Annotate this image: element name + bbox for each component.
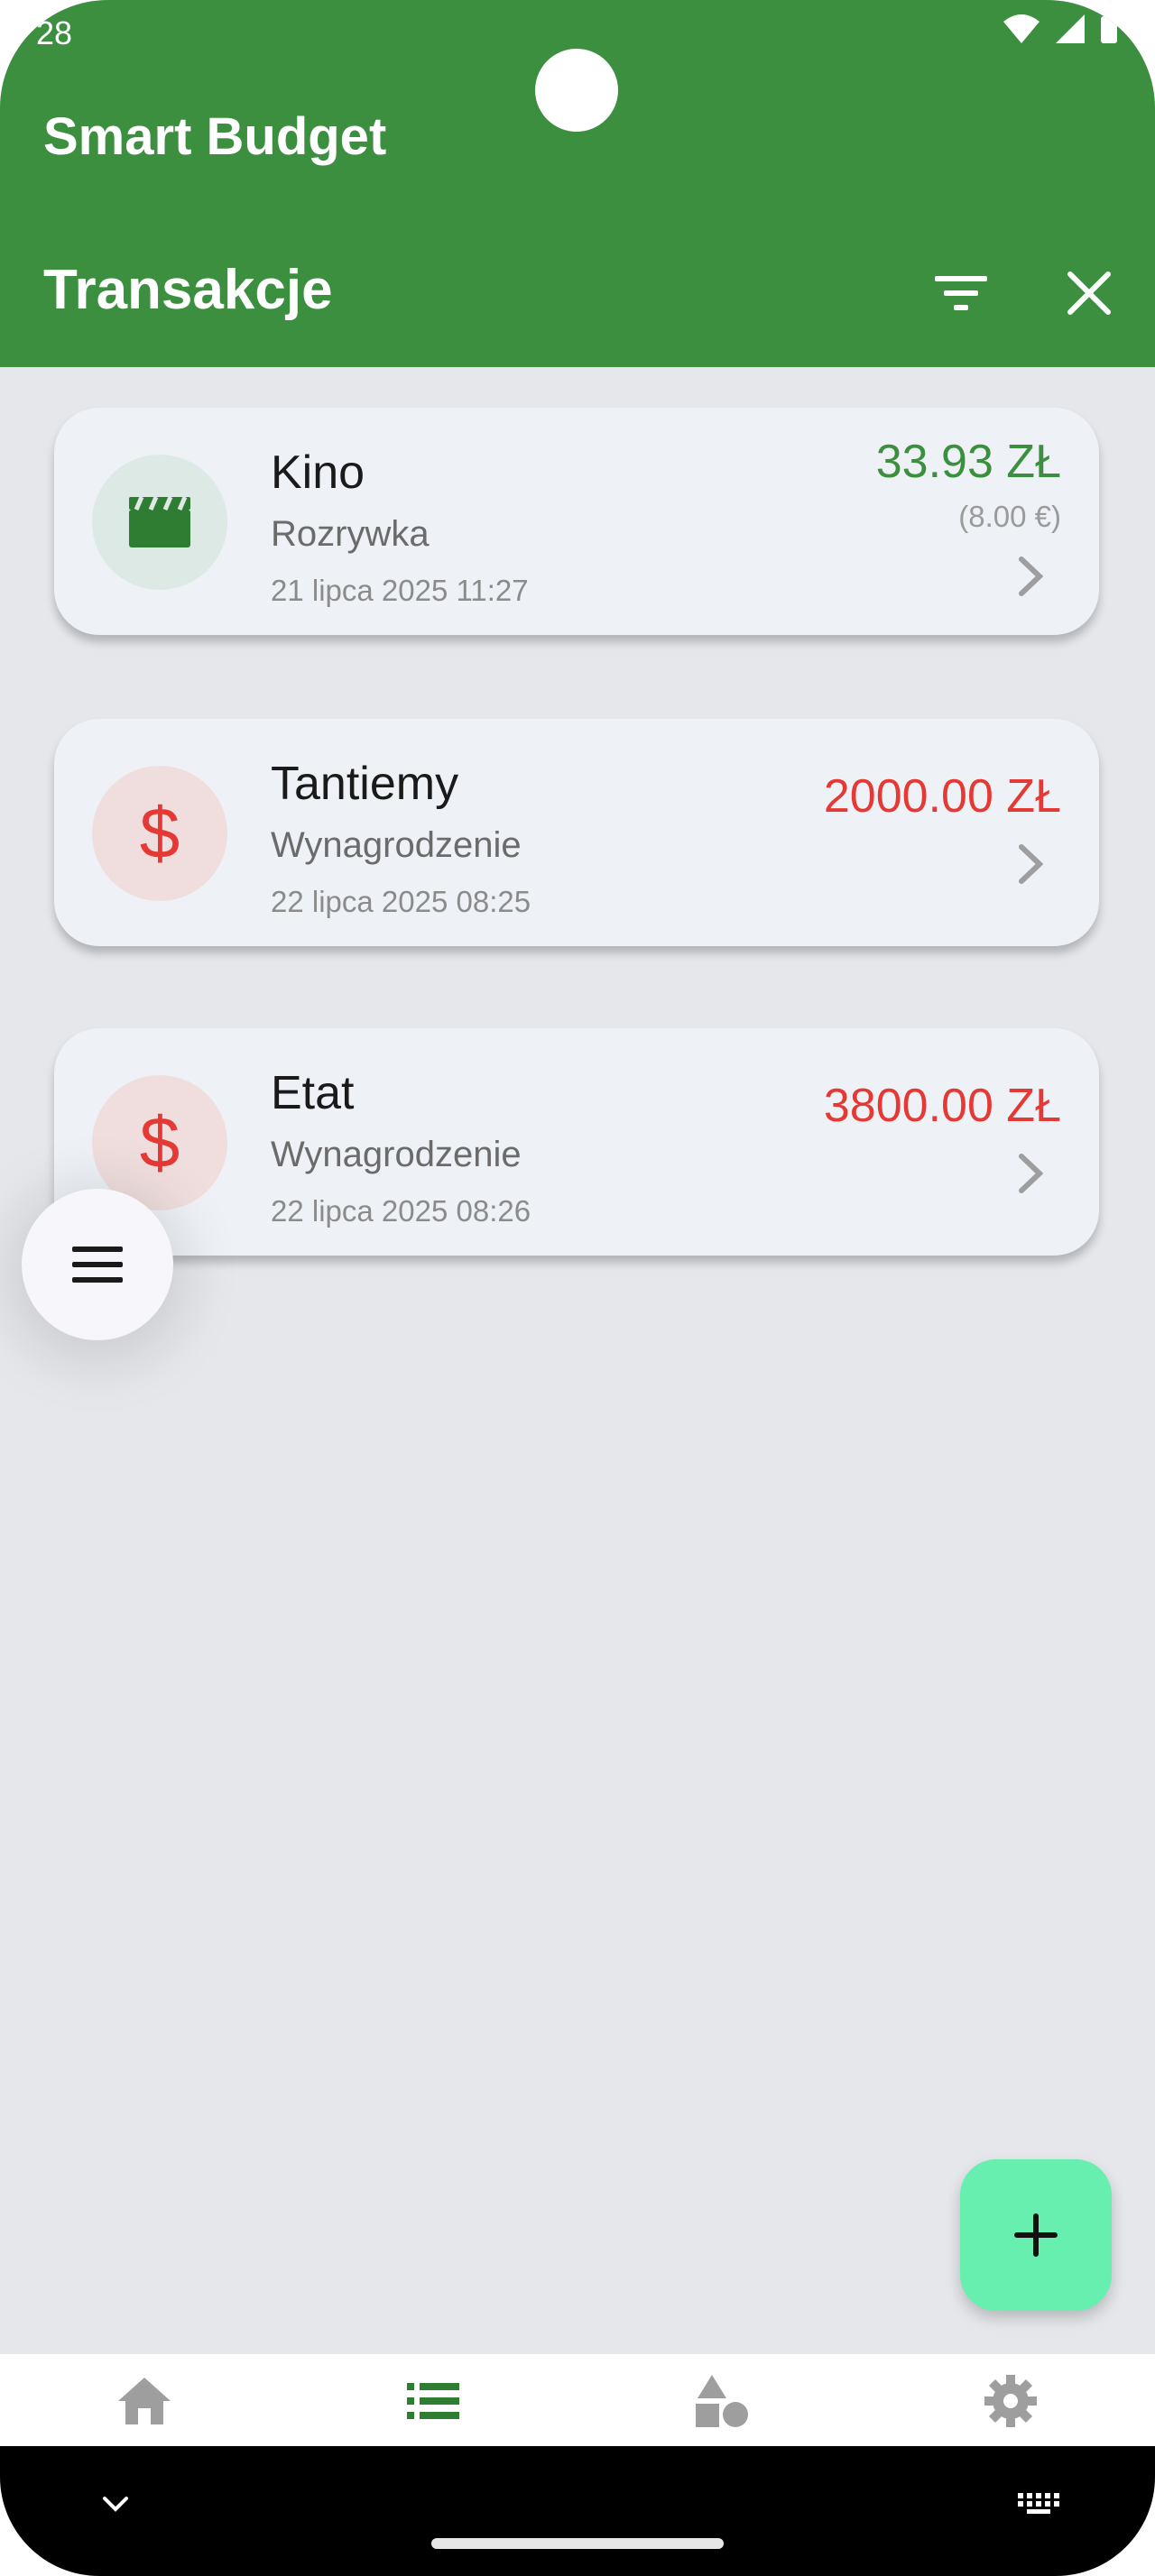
transaction-category: Rozrywka [271,514,430,554]
close-icon [1067,271,1111,315]
system-navigation-bar [0,2446,1155,2576]
transaction-foreign-amount: (8.00 €) [958,500,1061,533]
camera-cutout [535,49,618,132]
transaction-category: Wynagrodzenie [271,825,522,865]
transaction-date: 22 lipca 2025 08:25 [271,885,531,918]
app-title: Smart Budget [43,107,387,166]
category-avatar [92,455,227,590]
transaction-date: 21 lipca 2025 11:27 [271,574,529,607]
home-icon [118,2378,171,2424]
dollar-icon: $ [139,1102,180,1182]
transaction-name: Kino [271,446,365,499]
close-button[interactable] [1058,262,1121,325]
collapse-keyboard-icon[interactable] [99,2493,132,2515]
plus-icon [1014,2213,1058,2257]
transaction-name: Etat [271,1067,355,1119]
chevron-right-icon [1019,1154,1044,1193]
bottom-navigation [0,2354,1155,2446]
settings-icon [984,2375,1037,2427]
add-transaction-button[interactable] [960,2159,1112,2311]
filter-button[interactable] [929,262,993,325]
wifi-icon [1003,14,1040,43]
movie-clapper-icon [129,496,190,547]
categories-icon [696,2375,748,2427]
phone-screen: 28 Smart Budget Transakcje Kino Rozrywka… [0,0,1155,2576]
transaction-category: Wynagrodzenie [271,1135,522,1174]
menu-icon [72,1247,123,1283]
home-gesture-bar[interactable] [431,2538,724,2549]
status-time: 28 [36,14,73,51]
menu-button[interactable] [22,1189,173,1340]
app-bar: 28 Smart Budget Transakcje [0,0,1155,367]
nav-home[interactable] [116,2372,173,2430]
transaction-name: Tantiemy [271,758,459,810]
status-icons [1002,13,1119,45]
transaction-card[interactable]: $ Tantiemy Wynagrodzenie 22 lipca 2025 0… [54,719,1099,946]
transaction-amount: 3800.00 ZŁ [823,1080,1061,1132]
list-icon [407,2383,459,2419]
nav-categories[interactable] [693,2372,751,2430]
transaction-card[interactable]: $ Etat Wynagrodzenie 22 lipca 2025 08:26… [54,1028,1099,1256]
page-title: Transakcje [43,259,333,321]
transaction-date: 22 lipca 2025 08:26 [271,1194,531,1228]
battery-icon [1101,13,1117,43]
transaction-amount: 33.93 ZŁ [875,436,1061,488]
nav-transactions[interactable] [404,2372,462,2430]
chevron-right-icon [1019,844,1044,884]
dollar-icon: $ [139,793,180,873]
transaction-amount: 2000.00 ZŁ [823,770,1061,823]
filter-icon [935,276,987,310]
signal-icon [1056,14,1085,43]
chevron-right-icon [1019,557,1044,596]
category-avatar: $ [92,766,227,901]
transaction-card[interactable]: Kino Rozrywka 21 lipca 2025 11:27 33.93 … [54,408,1099,635]
keyboard-icon[interactable] [1016,2491,1061,2516]
nav-settings[interactable] [982,2372,1040,2430]
